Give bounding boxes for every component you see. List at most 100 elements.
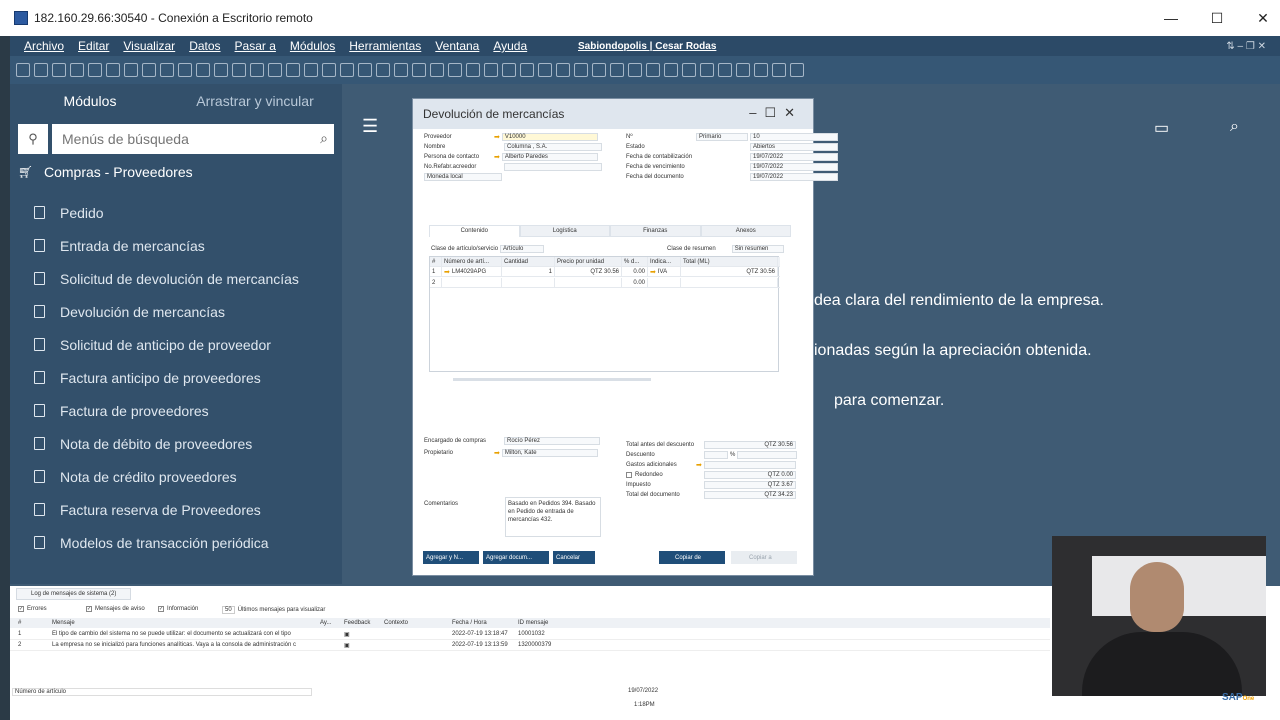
toolbar-icon[interactable]	[772, 63, 786, 77]
cell[interactable]: QTZ 30.56	[555, 266, 622, 277]
cell[interactable]	[502, 277, 555, 288]
sidebar-item-factura[interactable]: Factura de proveedores	[34, 394, 334, 427]
close-button[interactable]: ✕	[1240, 0, 1280, 36]
toolbar-icon[interactable]	[322, 63, 336, 77]
toolbar-icon[interactable]	[196, 63, 210, 77]
tab-finanzas[interactable]: Finanzas	[610, 225, 701, 237]
name-field[interactable]: Columna , S.A.	[504, 142, 602, 151]
link-arrow-icon[interactable]: ➡	[494, 449, 500, 457]
cell[interactable]	[555, 277, 622, 288]
summary-select[interactable]: Sin resumen	[731, 244, 784, 253]
feedback-icon[interactable]: ▣	[344, 631, 452, 638]
sidebar-item-factura-reserva[interactable]: Factura reserva de Proveedores	[34, 493, 334, 526]
toolbar-icon[interactable]	[502, 63, 516, 77]
log-tab[interactable]: Log de mensajes de sistema (2)	[16, 588, 132, 600]
menu-herramientas[interactable]: Herramientas	[349, 39, 421, 53]
cell-tax[interactable]: ➡ IVA	[648, 266, 681, 277]
filter-errors[interactable]: ✓ Errores	[18, 606, 47, 612]
filter-info[interactable]: ✓ Información	[158, 606, 198, 612]
series-select[interactable]: Primario	[696, 132, 748, 141]
menu-datos[interactable]: Datos	[189, 39, 220, 53]
cell[interactable]	[681, 277, 778, 288]
menu-modulos[interactable]: Módulos	[290, 39, 335, 53]
toolbar-icon[interactable]	[448, 63, 462, 77]
toolbar-icon[interactable]	[88, 63, 102, 77]
link-arrow-icon[interactable]: ➡	[494, 153, 500, 161]
toolbar-icon[interactable]	[358, 63, 372, 77]
toolbar-icon[interactable]	[664, 63, 678, 77]
tab-anexos[interactable]: Anexos	[700, 225, 791, 237]
toolbar-icon[interactable]	[52, 63, 66, 77]
menu-archivo[interactable]: Archivo	[24, 39, 64, 53]
count-select[interactable]: 50	[222, 606, 235, 614]
menu-editar[interactable]: Editar	[78, 39, 109, 53]
toolbar-icon[interactable]	[718, 63, 732, 77]
rounding-checkbox[interactable]	[626, 471, 632, 478]
cell[interactable]: 0.00	[622, 277, 648, 288]
toolbar-icon[interactable]	[124, 63, 138, 77]
search-input[interactable]	[52, 124, 334, 154]
link-arrow-icon[interactable]: ➡	[494, 133, 500, 141]
toolbar-icon[interactable]	[304, 63, 318, 77]
key-icon[interactable]: ⚲	[18, 124, 48, 154]
toolbar-icon[interactable]	[646, 63, 660, 77]
tab-drag-link[interactable]: Arrastrar y vincular	[170, 93, 340, 109]
toolbar-icon[interactable]	[520, 63, 534, 77]
table-row[interactable]: 2 0.00	[430, 277, 780, 288]
sidebar-item-devolucion[interactable]: Devolución de mercancías	[34, 295, 334, 328]
toolbar-icon[interactable]	[340, 63, 354, 77]
errors-checkbox[interactable]: ✓	[18, 606, 24, 612]
toolbar-icon[interactable]	[610, 63, 624, 77]
search-icon[interactable]: ⌕	[320, 130, 328, 147]
toolbar-icon[interactable]	[178, 63, 192, 77]
supplier-field[interactable]: V10000	[501, 132, 598, 141]
link-arrow-icon[interactable]: ➡	[444, 268, 450, 276]
toolbar-icon[interactable]	[736, 63, 750, 77]
cancel-button[interactable]: Cancelar	[553, 551, 595, 564]
feedback-icon[interactable]: ▣	[344, 642, 452, 649]
window-controls-icon[interactable]: ⇅ ‒ ❐ ✕	[1226, 41, 1266, 52]
cell[interactable]	[442, 277, 502, 288]
link-arrow-icon[interactable]: ➡	[650, 268, 656, 276]
cell[interactable]: 1	[502, 266, 555, 277]
info-checkbox[interactable]: ✓	[158, 606, 164, 612]
menu-ventana[interactable]: Ventana	[435, 39, 479, 53]
add-new-button[interactable]: Agregar y N...	[423, 551, 479, 564]
table-row[interactable]: 1 ➡ LM4029APG 1 QTZ 30.56 0.00 ➡ IVA QTZ 3…	[430, 266, 780, 277]
tab-modules[interactable]: Módulos	[10, 93, 170, 109]
discount-pct-field[interactable]	[704, 450, 728, 459]
hamburger-icon[interactable]: ☰	[362, 117, 378, 135]
layout-icon[interactable]: ▭	[1154, 118, 1169, 138]
cell[interactable]: QTZ 30.56	[681, 266, 778, 277]
toolbar-icon[interactable]	[592, 63, 606, 77]
owner-field[interactable]: Milton, Kate	[501, 448, 598, 457]
print-icon[interactable]	[34, 63, 48, 77]
maximize-button[interactable]: ☐	[1194, 0, 1240, 36]
toolbar-icon[interactable]	[538, 63, 552, 77]
dialog-controls[interactable]: ‒☐✕	[749, 105, 803, 121]
user-company[interactable]: Sabiondopolis | Cesar Rodas	[578, 41, 716, 52]
copy-to-button[interactable]: Copiar a	[731, 551, 797, 564]
buyer-select[interactable]: Rocío Pérez	[504, 436, 600, 445]
cell[interactable]: 0.00	[622, 266, 648, 277]
toolbar-icon[interactable]	[574, 63, 588, 77]
toolbar-icon[interactable]	[16, 63, 30, 77]
toolbar-icon[interactable]	[484, 63, 498, 77]
table-row[interactable]: 2 La empresa no se inicializó para funci…	[10, 640, 1050, 651]
tab-logistica[interactable]: Logística	[519, 225, 610, 237]
number-field[interactable]: 10	[750, 132, 838, 141]
toolbar-icon[interactable]	[628, 63, 642, 77]
link-arrow-icon[interactable]: ➡	[696, 461, 702, 469]
contact-field[interactable]: Alberto Paredes	[501, 152, 598, 161]
discount-value[interactable]	[737, 450, 798, 459]
sidebar-item-nota-credito[interactable]: Nota de crédito proveedores	[34, 460, 334, 493]
previous-record-icon[interactable]	[232, 63, 246, 77]
toolbar-icon[interactable]	[160, 63, 174, 77]
sidebar-item-factura-anticipo[interactable]: Factura anticipo de proveedores	[34, 361, 334, 394]
cell[interactable]	[648, 277, 681, 288]
item-class-select[interactable]: Artículo	[500, 244, 545, 253]
toolbar-icon[interactable]	[430, 63, 444, 77]
doc-date-field[interactable]: 19/07/2022	[750, 172, 838, 181]
filter-warnings[interactable]: ✓ Mensajes de aviso	[86, 606, 145, 612]
grid-scrollbar[interactable]	[453, 378, 651, 381]
